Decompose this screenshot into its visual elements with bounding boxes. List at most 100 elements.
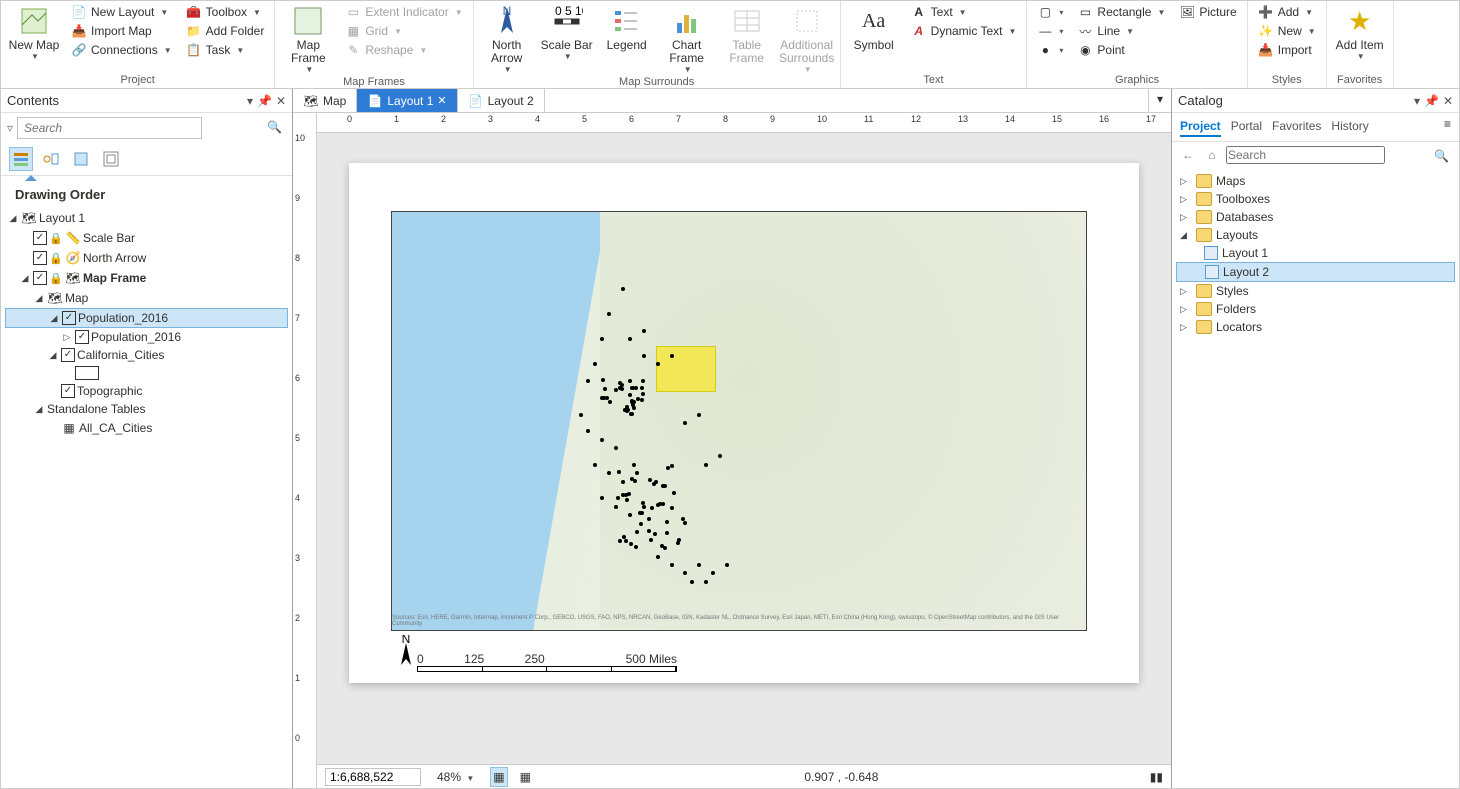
- tab-layout2[interactable]: 📄Layout 2: [458, 89, 545, 112]
- catalog-search-input[interactable]: [1226, 146, 1385, 164]
- dynamic-text-icon: A: [911, 23, 927, 39]
- dropdown-icon[interactable]: ▾: [1414, 94, 1420, 108]
- new-layout-button[interactable]: 📄New Layout▼: [67, 3, 176, 21]
- pin-icon[interactable]: 📌: [1424, 94, 1439, 108]
- tree-topo[interactable]: ✓Topographic: [5, 382, 288, 400]
- catalog-tab-history[interactable]: History: [1331, 117, 1368, 137]
- tree-map[interactable]: ◢🗺Map: [5, 288, 288, 308]
- add-item-button[interactable]: ★Add Item▼: [1333, 3, 1387, 61]
- rect-fill-button[interactable]: ▢▾: [1033, 3, 1067, 21]
- table-icon: [731, 5, 763, 37]
- basemap-land: [600, 212, 1086, 630]
- styles-new-button[interactable]: ✨New▼: [1254, 22, 1320, 40]
- close-tab-icon[interactable]: ✕: [437, 94, 446, 107]
- status-bar: 48% ▼ ▦ ▦ 0.907 , -0.648 ▮▮: [317, 764, 1171, 788]
- tree-cacities[interactable]: ◢✓California_Cities: [5, 346, 288, 364]
- tab-layout1[interactable]: 📄Layout 1✕: [357, 89, 457, 112]
- sparkle-icon: ✨: [1258, 23, 1274, 39]
- catalog-tab-project[interactable]: Project: [1180, 117, 1221, 137]
- cat-toolboxes[interactable]: ▷Toolboxes: [1176, 190, 1455, 208]
- snap-grid-1-button[interactable]: ▦: [490, 767, 507, 787]
- back-button[interactable]: ←: [1178, 148, 1198, 162]
- cat-locators[interactable]: ▷Locators: [1176, 318, 1455, 336]
- chart-frame-button[interactable]: Chart Frame▼: [660, 3, 714, 74]
- cat-styles[interactable]: ▷Styles: [1176, 282, 1455, 300]
- layout-canvas[interactable]: Sources: Esri, HERE, Garmin, Intermap, i…: [317, 133, 1171, 764]
- cat-layout2[interactable]: Layout 2: [1176, 262, 1455, 282]
- add-folder-button[interactable]: 📁Add Folder: [182, 22, 269, 40]
- rectangle-icon: ▭: [1077, 4, 1093, 20]
- line-style-button[interactable]: —▾: [1033, 22, 1067, 40]
- legend-button[interactable]: Legend: [600, 3, 654, 52]
- tab-map[interactable]: 🗺Map: [293, 89, 357, 112]
- catalog-tab-favorites[interactable]: Favorites: [1272, 117, 1321, 137]
- import-style-icon: 📥: [1258, 42, 1274, 58]
- north-arrow-element[interactable]: N: [397, 635, 415, 667]
- dropdown-icon[interactable]: ▾: [247, 94, 253, 108]
- zoom-display[interactable]: 48% ▼: [431, 770, 480, 784]
- pause-drawing-button[interactable]: ▮▮: [1150, 770, 1163, 784]
- snap-grid-2-button[interactable]: ▦: [518, 768, 533, 786]
- new-map-button[interactable]: New Map▼: [7, 3, 61, 61]
- tabs-menu-button[interactable]: ▾: [1148, 89, 1171, 112]
- scale-bar-button[interactable]: 0 5 10Scale Bar▼: [540, 3, 594, 61]
- pin-icon[interactable]: 📌: [257, 94, 272, 108]
- cat-layouts[interactable]: ◢Layouts: [1176, 226, 1455, 244]
- tree-scalebar[interactable]: ✓🔒📏Scale Bar: [5, 228, 288, 248]
- north-arrow-button[interactable]: NNorth Arrow▼: [480, 3, 534, 74]
- map-frame-button[interactable]: Map Frame▼: [281, 3, 335, 74]
- cat-maps[interactable]: ▷Maps: [1176, 172, 1455, 190]
- list-by-selection-button[interactable]: [69, 147, 93, 171]
- tree-pop2016-b[interactable]: ▷✓Population_2016: [5, 328, 288, 346]
- styles-import-button[interactable]: 📥Import: [1254, 41, 1320, 59]
- text-button[interactable]: AText▼: [907, 3, 1021, 21]
- tree-standalone[interactable]: ◢Standalone Tables: [5, 400, 288, 418]
- contents-title: Contents: [7, 93, 59, 108]
- point-button[interactable]: ◉Point: [1073, 41, 1169, 59]
- list-by-source-button[interactable]: [39, 147, 63, 171]
- rectangle-button[interactable]: ▭Rectangle▼: [1073, 3, 1169, 21]
- close-icon[interactable]: ✕: [276, 94, 286, 108]
- symbol-button[interactable]: AaSymbol: [847, 3, 901, 52]
- close-icon[interactable]: ✕: [1443, 94, 1453, 108]
- map-frame-element[interactable]: Sources: Esri, HERE, Garmin, Intermap, i…: [391, 211, 1087, 631]
- layout-icon: 📄: [71, 4, 87, 20]
- cat-layout1[interactable]: Layout 1: [1176, 244, 1455, 262]
- list-by-drawing-button[interactable]: [9, 147, 33, 171]
- tree-allca[interactable]: ▦All_CA_Cities: [5, 418, 288, 438]
- menu-icon[interactable]: ≡: [1444, 117, 1451, 137]
- line-button[interactable]: 〰Line▼: [1073, 22, 1169, 40]
- picture-button[interactable]: 🖼Picture: [1175, 3, 1240, 21]
- tree-pop2016-a[interactable]: ◢✓Population_2016: [5, 308, 288, 328]
- dynamic-text-button[interactable]: ADynamic Text▼: [907, 22, 1021, 40]
- lock-icon: 🔒: [49, 272, 63, 285]
- search-icon[interactable]: 🔍: [1434, 149, 1449, 163]
- tree-northarrow[interactable]: ✓🔒🧭North Arrow: [5, 248, 288, 268]
- import-map-button[interactable]: 📥Import Map: [67, 22, 176, 40]
- styles-add-button[interactable]: ➕Add▼: [1254, 3, 1320, 21]
- toolbox-button[interactable]: 🧰Toolbox▼: [182, 3, 269, 21]
- contents-search-input[interactable]: [17, 117, 202, 139]
- scale-input[interactable]: [325, 768, 421, 786]
- task-button[interactable]: 📋Task▼: [182, 41, 269, 59]
- filter-icon[interactable]: ▿: [7, 121, 13, 135]
- cat-folders[interactable]: ▷Folders: [1176, 300, 1455, 318]
- ribbon-group-project: New Map▼ 📄New Layout▼ 📥Import Map 🔗Conne…: [1, 1, 275, 88]
- tree-mapframe[interactable]: ◢✓🔒🗺Map Frame: [5, 268, 288, 288]
- cat-databases[interactable]: ▷Databases: [1176, 208, 1455, 226]
- catalog-tab-portal[interactable]: Portal: [1231, 117, 1262, 137]
- reshape-button: ✎Reshape▼: [341, 41, 466, 59]
- layout-page[interactable]: Sources: Esri, HERE, Garmin, Intermap, i…: [349, 163, 1139, 683]
- home-button[interactable]: ⌂: [1202, 148, 1222, 162]
- connections-button[interactable]: 🔗Connections▼: [67, 41, 176, 59]
- layout-node-icon: 🗺: [21, 210, 37, 226]
- list-by-element-button[interactable]: [99, 147, 123, 171]
- folder-plus-icon: 📁: [186, 23, 202, 39]
- point-style-button[interactable]: ●▾: [1033, 41, 1067, 59]
- tree-layout1[interactable]: ◢🗺Layout 1: [5, 208, 288, 228]
- ribbon-group-surrounds: NNorth Arrow▼ 0 5 10Scale Bar▼ Legend Ch…: [474, 1, 841, 88]
- scale-bar-element[interactable]: 0125250500 Miles: [417, 651, 677, 665]
- grid-button: ▦Grid▼: [341, 22, 466, 40]
- reshape-icon: ✎: [345, 42, 361, 58]
- search-icon[interactable]: 🔍: [267, 120, 282, 134]
